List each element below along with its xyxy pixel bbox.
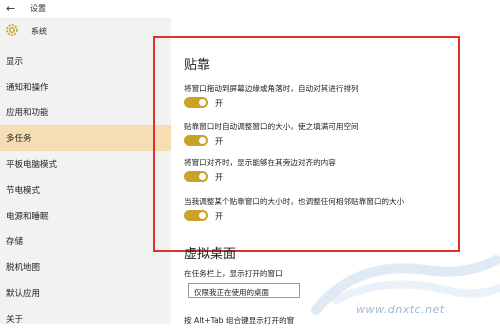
sidebar-item-label: 脱机地图 [6, 263, 41, 274]
taskbar-windows-label: 在任务栏上，显示打开的窗口 [184, 269, 283, 278]
sidebar-item-about[interactable]: 关于 [0, 306, 171, 332]
taskbar-windows-dropdown[interactable]: 仅限我正在使用的桌面 [188, 283, 300, 298]
snap-option-1-description: 将窗口拖动到屏幕边缘或角落时，自动对其进行排列 [184, 84, 359, 93]
sidebar-item-apps[interactable]: 应用和功能 [0, 100, 171, 126]
sidebar-item-label: 显示 [6, 56, 24, 67]
snap-section-title: 贴靠 [184, 58, 211, 73]
sidebar-item-tablet-mode[interactable]: 平板电脑模式 [0, 151, 171, 177]
title-bar: ← 设置 [0, 0, 500, 18]
sidebar-item-multitasking[interactable]: 多任务 [0, 125, 171, 152]
sidebar-item-power-sleep[interactable]: 电源和睡眠 [0, 203, 171, 229]
snap-option-3-state: 开 [215, 173, 223, 182]
sidebar-item-label: 关于 [6, 314, 24, 325]
alt-tab-label: 按 Alt+Tab 组合键显示打开的窗 [184, 316, 295, 325]
sidebar-item-label: 存储 [6, 237, 24, 248]
back-arrow-icon[interactable]: ← [6, 2, 15, 15]
app-title: 系统 [31, 27, 47, 36]
snap-option-4-state: 开 [215, 212, 223, 221]
snap-option-4-description: 当我调整某个贴靠窗口的大小时，也调整任何相邻贴靠窗口的大小 [184, 197, 405, 206]
sidebar-item-notifications[interactable]: 通知和操作 [0, 74, 171, 100]
sidebar-item-label: 应用和功能 [6, 108, 49, 119]
window-title: 设置 [30, 4, 46, 13]
sidebar-item-label: 节电模式 [6, 185, 41, 196]
sidebar-item-label: 电源和睡眠 [6, 211, 49, 222]
snap-option-4-toggle[interactable] [184, 210, 208, 221]
sidebar-item-default-apps[interactable]: 默认应用 [0, 280, 171, 306]
snap-option-3-toggle[interactable] [184, 171, 208, 182]
snap-option-3-description: 将窗口对齐时，显示能够在其旁边对齐的内容 [184, 158, 336, 167]
snap-option-2-toggle[interactable] [184, 135, 208, 146]
virtual-desktops-title: 虚拟桌面 [184, 247, 237, 262]
snap-option-1-toggle[interactable] [184, 97, 208, 108]
sidebar-item-battery-saver[interactable]: 节电模式 [0, 177, 171, 203]
sidebar-item-label: 默认应用 [6, 289, 41, 300]
dropdown-value: 仅限我正在使用的桌面 [194, 288, 269, 297]
sidebar-item-display[interactable]: 显示 [0, 48, 171, 74]
nav-list: 显示 通知和操作 应用和功能 多任务 平板电脑模式 节电模式 电源和睡眠 存储 … [0, 48, 171, 332]
sidebar: 系统 显示 通知和操作 应用和功能 多任务 平板电脑模式 节电模式 电源和睡眠 … [0, 18, 171, 325]
sidebar-item-label: 通知和操作 [6, 82, 49, 93]
sidebar-item-label: 多任务 [6, 134, 32, 145]
app-header: 系统 [0, 18, 171, 48]
sidebar-item-offline-maps[interactable]: 脱机地图 [0, 254, 171, 280]
sidebar-item-label: 平板电脑模式 [6, 160, 58, 171]
snap-option-2-description: 贴靠窗口时自动调整窗口的大小，使之填满可用空间 [184, 122, 359, 131]
snap-option-2-state: 开 [215, 137, 223, 146]
gear-icon [6, 24, 18, 36]
sidebar-item-storage[interactable]: 存储 [0, 229, 171, 255]
snap-option-1-state: 开 [215, 99, 223, 108]
